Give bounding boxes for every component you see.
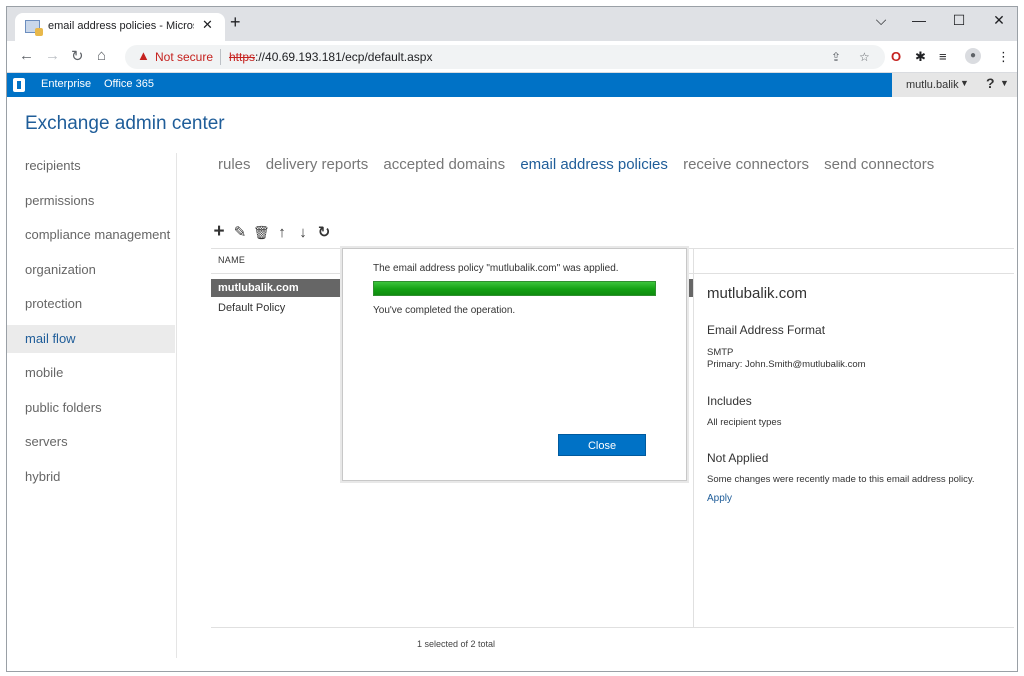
details-divider	[693, 248, 694, 628]
office-logo-icon	[13, 78, 25, 92]
username[interactable]: mutlu.balik	[906, 79, 959, 91]
browser-menu-icon[interactable]: ⋮	[997, 49, 1010, 65]
bookmark-star-icon[interactable]: ☆	[859, 50, 870, 64]
help-icon[interactable]: ?	[986, 75, 995, 91]
reading-list-icon[interactable]: ≡	[939, 49, 947, 64]
tab-accepted-domains[interactable]: accepted domains	[383, 156, 505, 173]
nav-item-mail-flow[interactable]: mail flow	[7, 325, 175, 353]
sub-nav: rules delivery reports accepted domains …	[218, 156, 945, 173]
browser-tab[interactable]: email address policies - Microsof ✕	[15, 13, 225, 41]
list-toolbar: + ✎ 🗑 ↑ ↓ ↻	[211, 221, 337, 243]
url-rest: ://40.69.193.181/ecp/default.aspx	[255, 50, 433, 64]
column-header-name[interactable]: NAME	[218, 255, 245, 265]
nav-item-permissions[interactable]: permissions	[7, 187, 175, 215]
includes-heading: Includes	[707, 394, 752, 408]
not-secure-label[interactable]: Not secure	[155, 50, 213, 64]
delete-trash-icon[interactable]: 🗑	[253, 225, 270, 241]
reload-icon[interactable]: ↻	[71, 47, 84, 65]
tab-receive-connectors[interactable]: receive connectors	[683, 156, 809, 173]
nav-item-public-folders[interactable]: public folders	[7, 394, 175, 422]
edit-pencil-icon[interactable]: ✎	[232, 223, 248, 241]
nav-item-mobile[interactable]: mobile	[7, 359, 175, 387]
refresh-icon[interactable]: ↻	[316, 223, 332, 241]
profile-avatar-icon[interactable]: ●	[965, 48, 981, 64]
progress-bar	[373, 281, 656, 296]
nav-item-servers[interactable]: servers	[7, 428, 175, 456]
tab-title: email address policies - Microsof	[48, 20, 194, 32]
forward-arrow-icon[interactable]: →	[45, 47, 60, 64]
row-name: mutlubalik.com	[218, 282, 299, 294]
exchange-favicon-icon	[25, 20, 43, 36]
address-toolbar: ← → ↻ ⌂ ▲ Not secure https://40.69.193.1…	[7, 41, 1017, 73]
office365-link[interactable]: Office 365	[104, 78, 154, 90]
url-text[interactable]: https://40.69.193.181/ecp/default.aspx	[229, 50, 432, 64]
tab-email-address-policies[interactable]: email address policies	[520, 156, 668, 173]
table-row[interactable]: Default Policy	[218, 302, 285, 314]
tab-search-icon[interactable]: ⌵	[871, 12, 891, 29]
details-title: mutlubalik.com	[707, 285, 808, 302]
tab-delivery-reports[interactable]: delivery reports	[266, 156, 369, 173]
selection-status: 1 selected of 2 total	[416, 639, 496, 649]
not-applied-heading: Not Applied	[707, 451, 769, 465]
move-down-arrow-icon[interactable]: ↓	[295, 224, 311, 241]
tab-close-icon[interactable]: ✕	[202, 17, 213, 33]
list-bottom-border	[211, 627, 1014, 628]
nav-item-hybrid[interactable]: hybrid	[7, 463, 175, 491]
close-button[interactable]: Close	[558, 434, 646, 456]
new-tab-button[interactable]: +	[230, 12, 241, 33]
page-title: Exchange admin center	[25, 113, 225, 134]
extensions-puzzle-icon[interactable]: ✱	[915, 49, 926, 65]
email-format-heading: Email Address Format	[707, 323, 826, 337]
progress-dialog: The email address policy "mutlubalik.com…	[342, 248, 687, 481]
dialog-message: The email address policy "mutlubalik.com…	[373, 263, 619, 274]
includes-value: All recipient types	[707, 417, 782, 428]
url-scheme: https	[229, 50, 256, 64]
not-applied-text: Some changes were recently made to this …	[707, 474, 975, 485]
user-menu[interactable]: mutlu.balik ▼ ? ▼	[892, 73, 1017, 97]
omnibox-separator	[220, 49, 221, 65]
dialog-completed-text: You've completed the operation.	[373, 305, 516, 316]
share-icon[interactable]: ⇪	[831, 50, 841, 64]
minimize-button[interactable]: —	[909, 12, 929, 28]
enterprise-link[interactable]: Enterprise	[41, 78, 91, 90]
back-arrow-icon[interactable]: ←	[19, 47, 34, 64]
tab-strip: email address policies - Microsof ✕ + ⌵ …	[7, 7, 1017, 41]
home-icon[interactable]: ⌂	[97, 47, 106, 64]
tab-send-connectors[interactable]: send connectors	[824, 156, 934, 173]
email-format-type: SMTP	[707, 347, 734, 358]
apply-link[interactable]: Apply	[707, 493, 732, 504]
chevron-down-icon[interactable]: ▼	[960, 78, 969, 88]
progress-bar-fill	[374, 282, 655, 295]
browser-window: email address policies - Microsof ✕ + ⌵ …	[6, 6, 1018, 672]
nav-item-protection[interactable]: protection	[7, 290, 175, 318]
close-window-button[interactable]: ✕	[989, 12, 1009, 29]
opera-extension-icon[interactable]: O	[891, 49, 901, 64]
move-up-arrow-icon[interactable]: ↑	[274, 224, 290, 241]
nav-item-recipients[interactable]: recipients	[7, 152, 175, 180]
email-format-primary: Primary: John.Smith@mutlubalik.com	[707, 359, 866, 370]
tab-rules[interactable]: rules	[218, 156, 251, 173]
maximize-button[interactable]: ☐	[949, 12, 969, 29]
omnibox[interactable]: ▲ Not secure https://40.69.193.181/ecp/d…	[125, 45, 885, 69]
nav-item-organization[interactable]: organization	[7, 256, 175, 284]
help-chevron-down-icon[interactable]: ▼	[1000, 78, 1009, 88]
eac-top-bar: Enterprise Office 365 mutlu.balik ▼ ? ▼	[7, 73, 1017, 97]
nav-item-compliance-management[interactable]: compliance management	[7, 221, 175, 249]
nav-divider	[176, 153, 177, 658]
warning-icon[interactable]: ▲	[137, 48, 150, 63]
add-icon[interactable]: +	[211, 221, 227, 243]
